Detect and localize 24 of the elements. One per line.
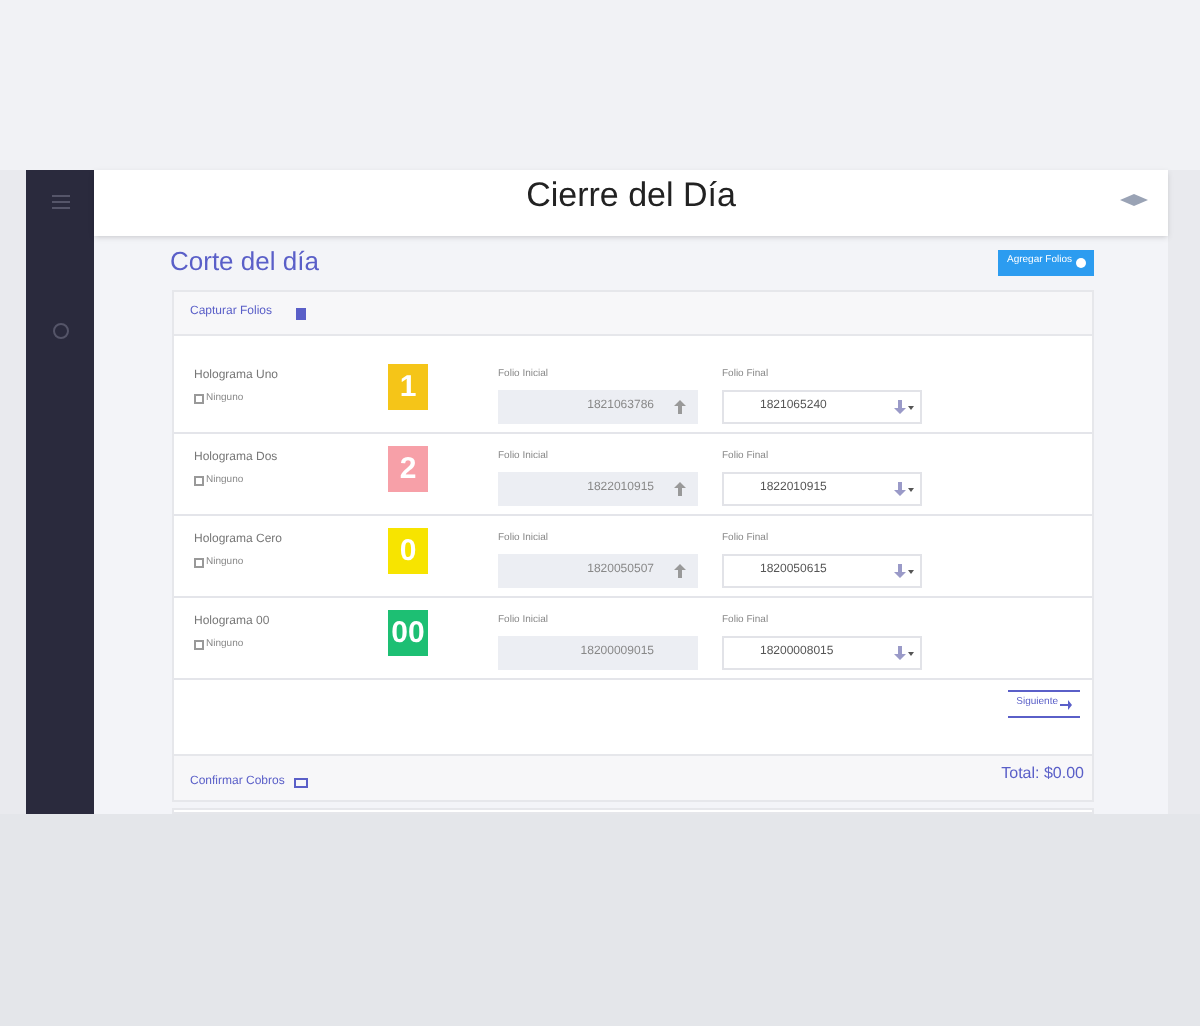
hologram-badge: 1 (388, 364, 428, 410)
arrow-down-icon (894, 563, 914, 577)
checkbox[interactable] (194, 476, 204, 487)
book-icon (296, 307, 307, 319)
money-icon (294, 778, 309, 788)
arrow-up-icon (674, 481, 686, 495)
arrow-down-icon (894, 481, 914, 495)
arrow-down-icon (894, 645, 914, 659)
arrow-down-icon (894, 399, 914, 413)
hologram-badge: 2 (388, 446, 428, 492)
hologram-badge: 0 (388, 528, 428, 574)
circle-icon[interactable] (51, 322, 69, 340)
arrow-up-icon (674, 563, 686, 577)
checkbox[interactable] (194, 558, 204, 569)
hologram-badge: 00 (388, 610, 428, 656)
arrow-right-icon (1060, 699, 1072, 709)
menu-icon[interactable] (51, 194, 69, 210)
checkbox[interactable] (194, 394, 204, 405)
page-title: Cierre del Día (526, 173, 736, 218)
section-title: Corte del día (170, 244, 319, 281)
total-amount: Total: $0.00 (1001, 762, 1084, 786)
arrow-up-icon (674, 399, 686, 413)
logo-icon (1120, 194, 1148, 206)
checkbox[interactable] (194, 640, 204, 651)
